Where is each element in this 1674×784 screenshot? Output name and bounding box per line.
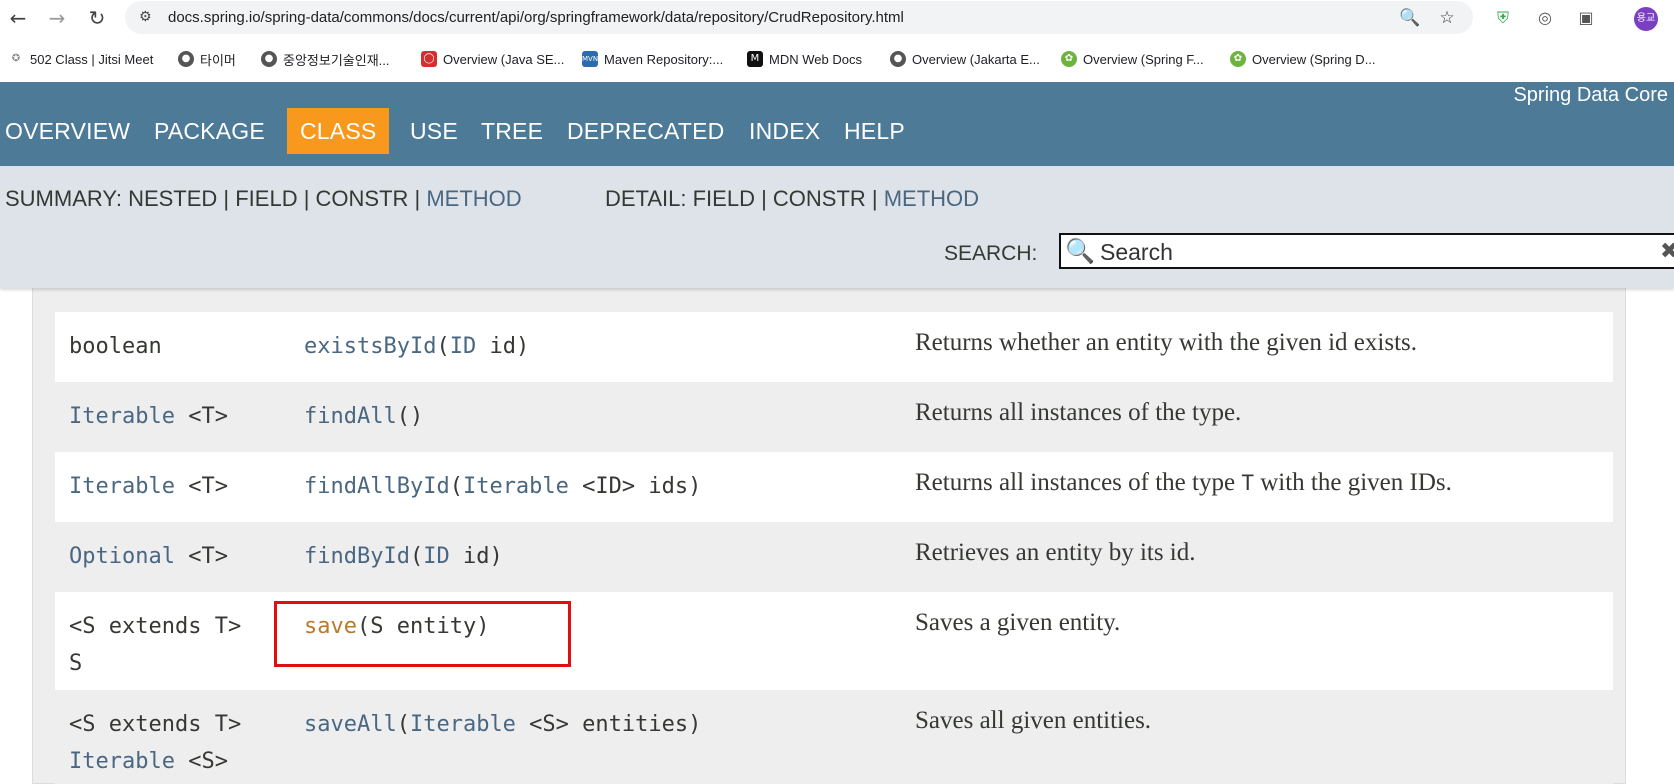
search-icon: 🔍 xyxy=(1065,237,1095,265)
summary-links: SUMMARY: NESTED | FIELD | CONSTR | METHO… xyxy=(5,186,522,211)
method-description: Returns whether an entity with the given… xyxy=(915,329,1417,356)
nav-tree[interactable]: TREE xyxy=(481,108,543,154)
return-type: Iterable <T> xyxy=(69,474,228,499)
mdn-icon: M xyxy=(747,51,763,67)
method-link-findAllById[interactable]: findAllById xyxy=(304,474,450,499)
method-signature: findById(ID id) xyxy=(304,544,503,569)
method-description: Saves a given entity. xyxy=(915,609,1121,636)
method-link-findById[interactable]: findById xyxy=(304,544,410,569)
table-row: boolean existsById(ID id) Returns whethe… xyxy=(55,312,1613,382)
bookmark-item[interactable]: ◯ Overview (Java SE... xyxy=(421,49,564,69)
nav-overview[interactable]: OVERVIEW xyxy=(5,108,130,154)
table-row: Iterable <T> findAllById(Iterable <ID> i… xyxy=(55,452,1613,522)
globe-icon: ● xyxy=(890,51,906,67)
detail-links: DETAIL: FIELD | CONSTR | METHOD xyxy=(605,186,980,211)
return-type: boolean xyxy=(69,334,162,359)
return-type: <S extends T> S xyxy=(69,614,242,676)
type-link[interactable]: Iterable xyxy=(410,712,516,737)
bookmark-item[interactable]: MVN Maven Repository:... xyxy=(582,49,723,69)
url-text[interactable]: docs.spring.io/spring-data/commons/docs/… xyxy=(168,9,904,26)
highlight-box xyxy=(274,601,571,667)
method-description: Retrieves an entity by its id. xyxy=(915,539,1196,566)
reset-search-icon[interactable]: ✖ xyxy=(1660,238,1674,264)
method-link-saveAll[interactable]: saveAll xyxy=(304,712,397,737)
method-signature: findAllById(Iterable <ID> ids) xyxy=(304,474,702,499)
forward-icon[interactable]: → xyxy=(45,6,69,30)
search-placeholder: Search xyxy=(1100,239,1173,265)
type-link[interactable]: Optional xyxy=(69,544,175,569)
method-description: Returns all instances of the type T with… xyxy=(915,469,1452,496)
nav-index[interactable]: INDEX xyxy=(749,108,820,154)
bookmark-star-icon[interactable]: ☆ xyxy=(1436,7,1458,29)
extension-icon[interactable]: ◎ xyxy=(1534,7,1556,29)
nav-deprecated[interactable]: DEPRECATED xyxy=(567,108,725,154)
spring-icon: ✿ xyxy=(1061,51,1077,67)
bookmark-item[interactable]: ● Overview (Jakarta E... xyxy=(890,49,1040,69)
puzzle-icon[interactable]: ▣ xyxy=(1575,7,1597,29)
reload-icon[interactable]: ↻ xyxy=(85,6,109,30)
browser-toolbar: ← → ↻ ⚙ docs.spring.io/spring-data/commo… xyxy=(0,0,1674,36)
site-info-icon[interactable]: ⚙ xyxy=(139,9,155,25)
jitsi-icon: ✪ xyxy=(8,51,24,67)
zoom-icon[interactable]: 🔍 xyxy=(1399,7,1421,29)
bookmark-item[interactable]: ✪ 502 Class | Jitsi Meet xyxy=(8,49,153,69)
type-link[interactable]: Iterable xyxy=(69,749,175,774)
sub-navigation: SUMMARY: NESTED | FIELD | CONSTR | METHO… xyxy=(0,166,1674,288)
return-type: Iterable <T> xyxy=(69,404,228,429)
bookmark-item[interactable]: ✿ Overview (Spring D... xyxy=(1230,49,1376,69)
bookmark-item[interactable]: ● 타이머 xyxy=(178,49,236,69)
type-link[interactable]: Iterable xyxy=(69,474,175,499)
return-type: <S extends T> Iterable <S> xyxy=(69,712,242,774)
method-summary: boolean existsById(ID id) Returns whethe… xyxy=(0,288,1674,784)
top-navigation: OVERVIEW PACKAGE CLASS USE TREE DEPRECAT… xyxy=(0,82,1674,166)
type-link[interactable]: ID xyxy=(450,334,477,359)
bookmarks-bar: ✪ 502 Class | Jitsi Meet ● 타이머 ● 중앙정보기술인재..… xyxy=(0,36,1674,82)
table-row: <S extends T> Iterable <S> saveAll(Iterab… xyxy=(55,690,1613,784)
spring-icon: ✿ xyxy=(1230,51,1246,67)
oracle-icon: ◯ xyxy=(421,51,437,67)
nav-help[interactable]: HELP xyxy=(844,108,905,154)
method-description: Returns all instances of the type. xyxy=(915,399,1242,426)
address-bar[interactable]: ⚙ docs.spring.io/spring-data/commons/doc… xyxy=(125,1,1473,34)
method-signature: existsById(ID id) xyxy=(304,334,530,359)
nav-package[interactable]: PACKAGE xyxy=(154,108,265,154)
maven-icon: MVN xyxy=(582,51,598,67)
type-link[interactable]: ID xyxy=(423,544,450,569)
method-signature: findAll() xyxy=(304,404,424,429)
search-input[interactable]: 🔍 Search xyxy=(1059,233,1674,269)
back-icon[interactable]: ← xyxy=(6,6,30,30)
project-title: Spring Data Core xyxy=(1513,84,1668,106)
nav-class[interactable]: CLASS xyxy=(287,108,390,154)
bookmark-item[interactable]: M MDN Web Docs xyxy=(747,49,862,69)
search-label: SEARCH: xyxy=(944,242,1038,265)
nav-use[interactable]: USE xyxy=(410,108,458,154)
method-link-existsById[interactable]: existsById xyxy=(304,334,436,359)
method-link-findAll[interactable]: findAll xyxy=(304,404,397,429)
globe-icon: ● xyxy=(261,51,277,67)
globe-icon: ● xyxy=(178,51,194,67)
detail-method-link[interactable]: METHOD xyxy=(884,186,979,211)
method-signature: saveAll(Iterable <S> entities) xyxy=(304,712,702,737)
bookmark-item[interactable]: ● 중앙정보기술인재... xyxy=(261,49,390,69)
type-link[interactable]: Iterable xyxy=(463,474,569,499)
method-description: Saves all given entities. xyxy=(915,707,1152,734)
avatar[interactable]: 용교 xyxy=(1634,7,1658,31)
return-type: Optional <T> xyxy=(69,544,228,569)
table-row: Iterable <T> findAll() Returns all insta… xyxy=(55,382,1613,452)
type-link[interactable]: Iterable xyxy=(69,404,175,429)
table-row: Optional <T> findById(ID id) Retrieves a… xyxy=(55,522,1613,592)
summary-method-link[interactable]: METHOD xyxy=(426,186,521,211)
shield-extension-icon[interactable]: ⛨ xyxy=(1492,7,1514,29)
bookmark-item[interactable]: ✿ Overview (Spring F... xyxy=(1061,49,1204,69)
